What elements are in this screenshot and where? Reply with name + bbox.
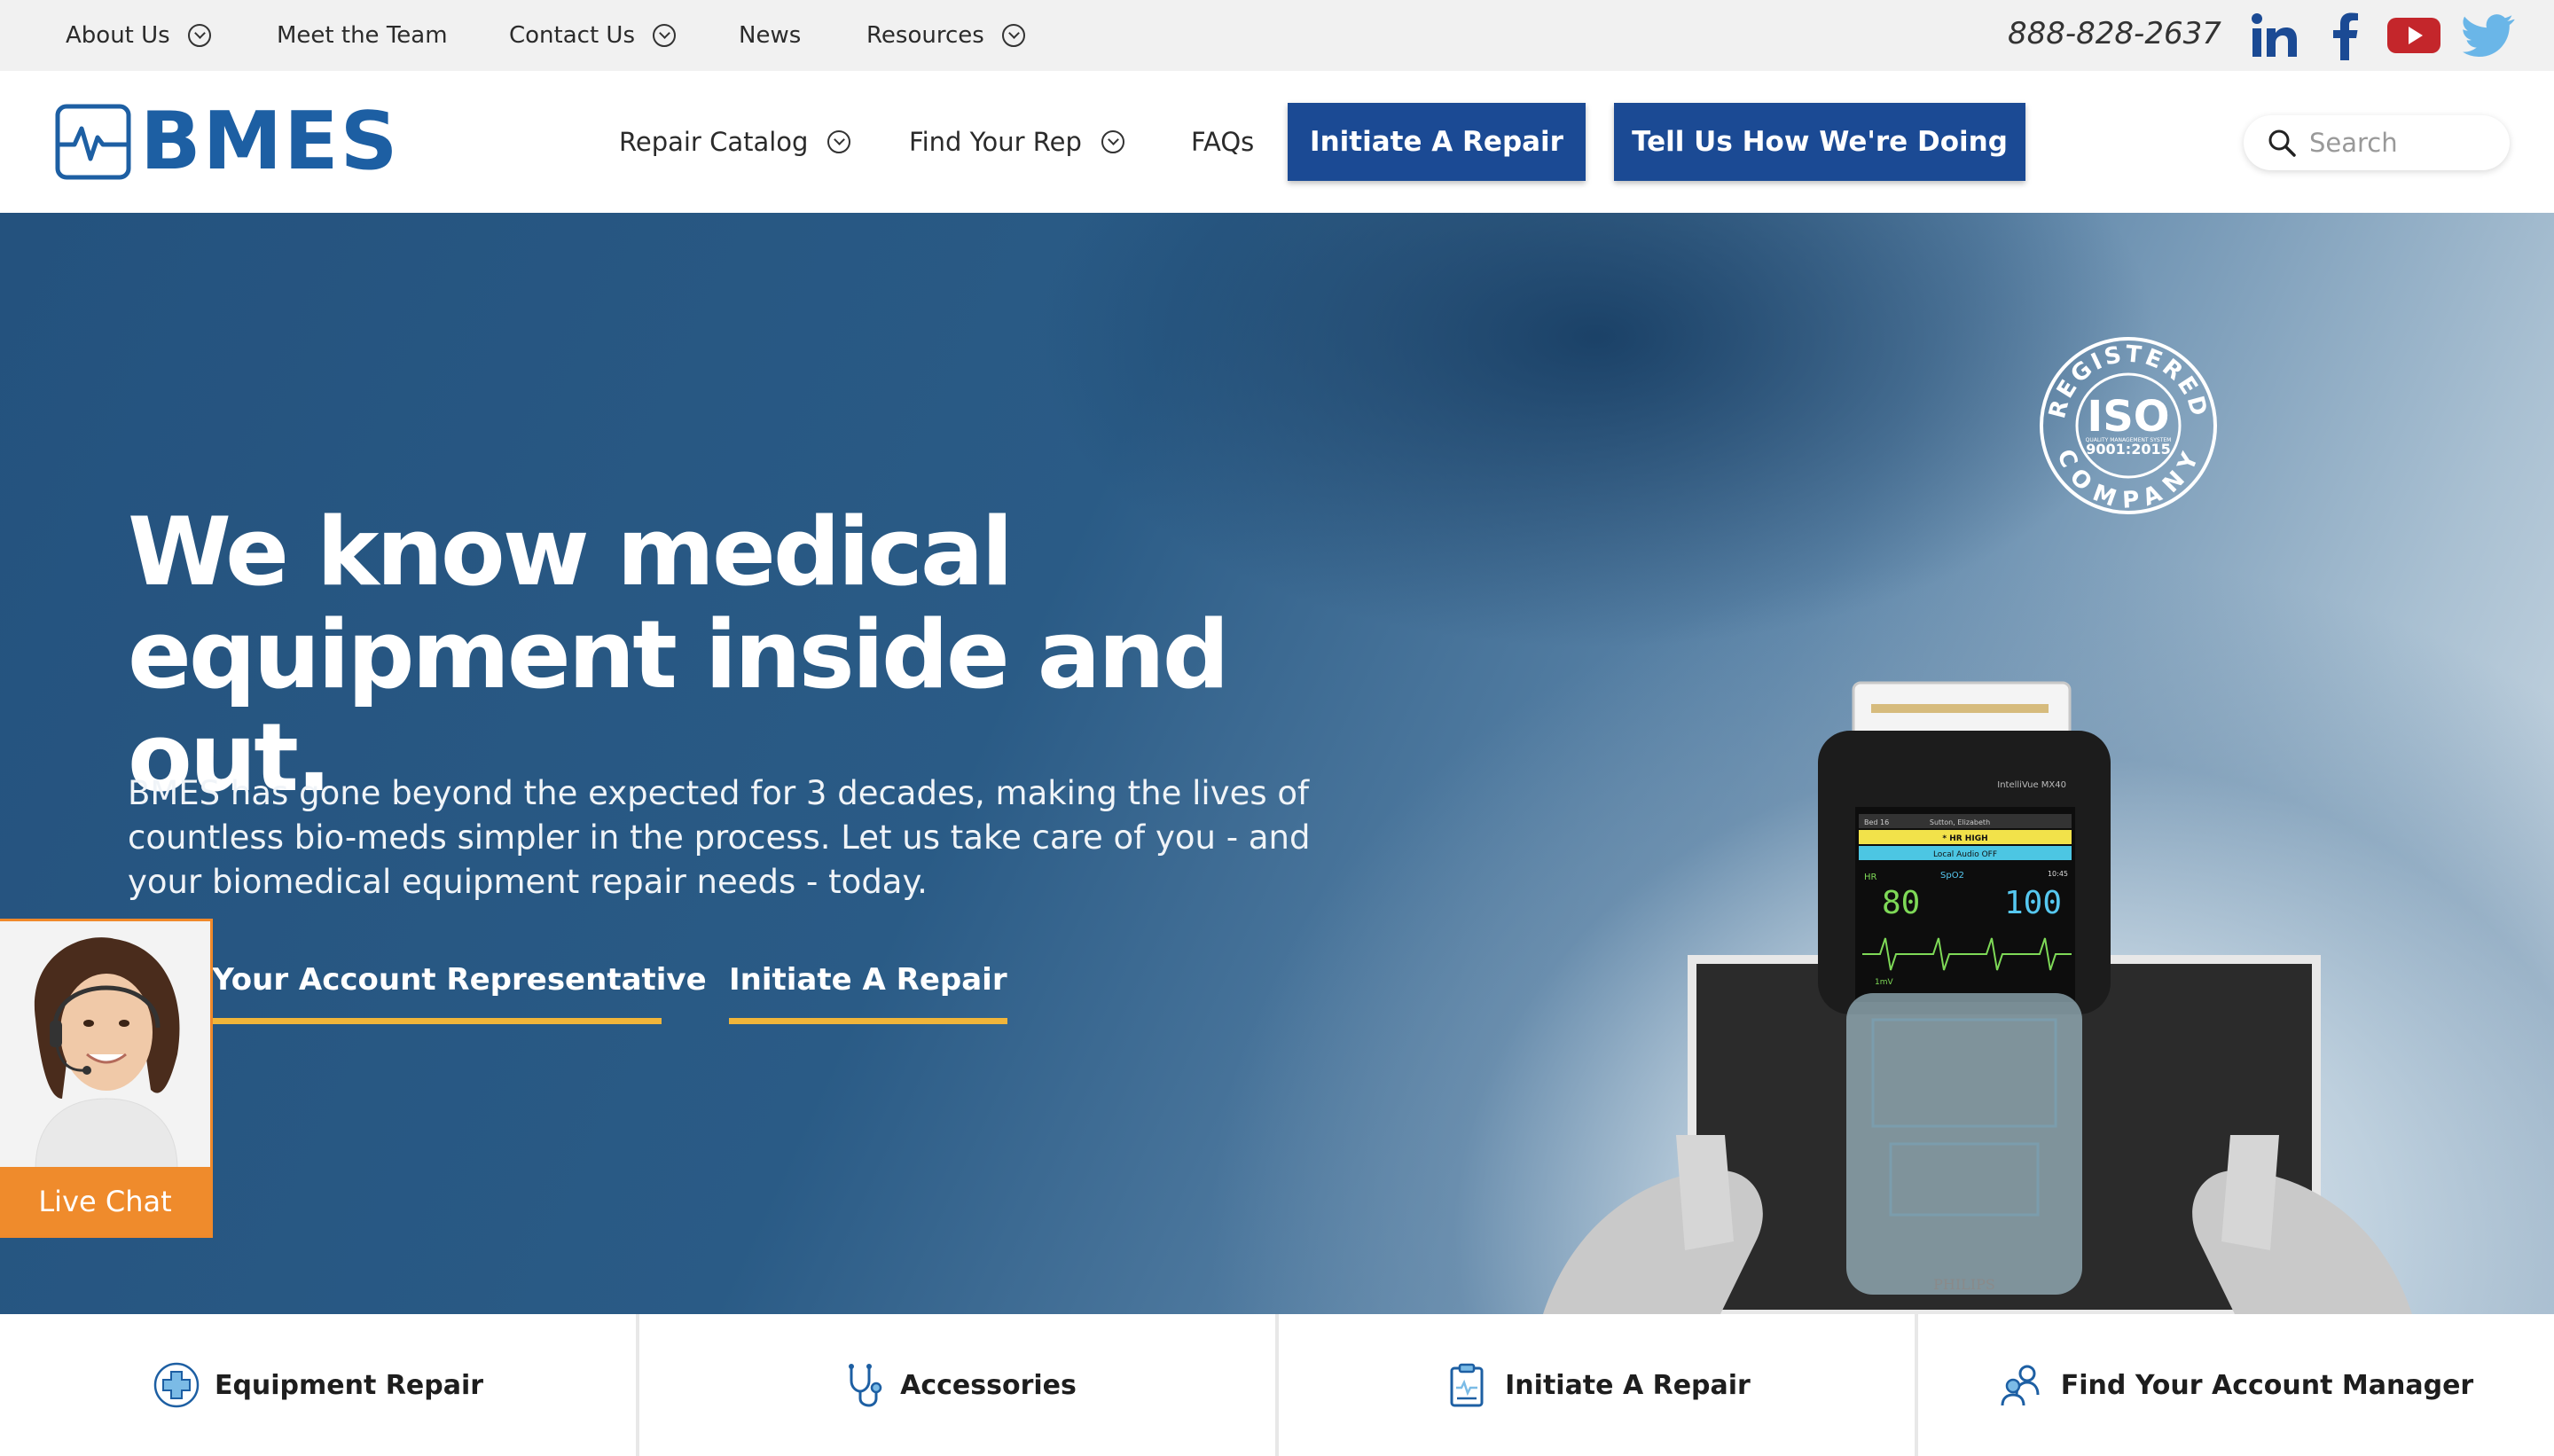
nav-find-your-rep[interactable]: Find Your Rep [909, 71, 1124, 213]
heartbeat-logo-icon [55, 104, 131, 180]
left-thumb [1676, 1135, 1734, 1250]
util-nav-label: Meet the Team [277, 22, 448, 49]
feedback-button[interactable]: Tell Us How We're Doing [1614, 103, 2025, 181]
util-nav-news[interactable]: News [739, 0, 801, 71]
nav-label: FAQs [1191, 127, 1255, 157]
util-nav-label: Resources [866, 22, 984, 49]
linkedin-icon[interactable] [2249, 11, 2299, 60]
chevron-down-icon [827, 130, 851, 153]
hero-title: We know medical equipment inside and out… [128, 501, 1458, 810]
device-alarm: * HR HIGH [1942, 834, 1987, 843]
quick-link-equipment-repair[interactable]: Equipment Repair [0, 1314, 639, 1456]
util-nav-meet-the-team[interactable]: Meet the Team [277, 0, 448, 71]
hero-initiate-repair-link[interactable]: Initiate A Repair [729, 962, 1007, 1024]
badge-standard: 9001:2015 [2086, 441, 2170, 458]
device-brand: PHILIPS [1933, 1276, 1995, 1293]
spo2-label: SpO2 [1940, 871, 1964, 881]
iso-badge: REGISTERED COMPANY ISO QUALITY MANAGEMEN… [2040, 337, 2217, 514]
live-chat-label: Live Chat [0, 1167, 210, 1235]
phone-number[interactable]: 888-828-2637 [2008, 16, 2221, 51]
connector-pins [1871, 704, 2049, 713]
hero-banner: We know medical equipment inside and out… [0, 213, 2554, 1314]
quick-link-accessories[interactable]: Accessories [639, 1314, 1279, 1456]
clipboard-icon [1450, 1363, 1484, 1407]
badge-main: ISO [2087, 392, 2169, 442]
chevron-down-icon [1101, 130, 1124, 153]
quick-link-label: Equipment Repair [214, 1369, 484, 1401]
device-audio: Local Audio OFF [1933, 850, 1997, 859]
medical-cross-icon [153, 1362, 200, 1408]
facebook-icon[interactable] [2327, 11, 2362, 60]
patient-monitor-illustration: IntelliVue MX40 Bed 16 Sutton, Elizabeth… [1543, 681, 2412, 1314]
main-header: BMES Repair Catalog Find Your Rep FAQs I… [0, 71, 2554, 213]
chevron-down-icon [1001, 24, 1025, 47]
util-nav-label: News [739, 22, 802, 49]
util-nav-label: About Us [66, 22, 170, 49]
youtube-icon[interactable] [2386, 11, 2442, 60]
quick-link-label: Initiate A Repair [1505, 1369, 1751, 1401]
stethoscope-icon [849, 1364, 882, 1407]
nav-label: Find Your Rep [909, 127, 1082, 157]
left-hand [1543, 1170, 1763, 1314]
quick-link-label: Find Your Account Manager [2060, 1369, 2474, 1401]
hr-value: 80 [1882, 885, 1920, 921]
search-input[interactable] [2309, 128, 2487, 158]
initiate-repair-button[interactable]: Initiate A Repair [1288, 103, 1586, 181]
nav-faqs[interactable]: FAQs [1191, 71, 1254, 213]
utility-bar: About Us Meet the Team Contact Us News R… [0, 0, 2554, 71]
search-icon [2268, 129, 2296, 157]
hero-title-line-1: We know medical [128, 497, 1014, 607]
twitter-icon[interactable] [2462, 11, 2515, 60]
logo-text: BMES [140, 95, 400, 188]
right-thumb [2221, 1135, 2279, 1250]
hr-label: HR [1864, 873, 1877, 882]
device-model: IntelliVue MX40 [1997, 780, 2066, 790]
bmes-logo[interactable]: BMES [55, 95, 400, 188]
device-patient: Sutton, Elizabeth [1930, 818, 1990, 826]
ecg-scale: 1mV [1875, 978, 1893, 987]
search-box [2244, 115, 2510, 170]
support-agent-avatar [0, 921, 210, 1170]
device-time: 10:45 [2048, 870, 2068, 878]
util-nav-label: Contact Us [509, 22, 635, 49]
nav-label: Repair Catalog [619, 127, 809, 157]
quick-link-initiate-repair[interactable]: Initiate A Repair [1279, 1314, 1918, 1456]
util-nav-resources[interactable]: Resources [866, 0, 1025, 71]
util-nav-about-us[interactable]: About Us [66, 0, 211, 71]
util-nav-contact-us[interactable]: Contact Us [509, 0, 676, 71]
right-hand [2192, 1170, 2412, 1314]
hero-subtitle: BMES has gone beyond the expected for 3 … [128, 774, 1311, 901]
chevron-down-icon [653, 24, 676, 47]
spo2-value: 100 [2004, 885, 2062, 921]
chevron-down-icon [187, 24, 211, 47]
quick-link-label: Accessories [900, 1369, 1077, 1401]
quick-link-find-account-manager[interactable]: Find Your Account Manager [1918, 1314, 2554, 1456]
device-bed: Bed 16 [1864, 818, 1889, 826]
users-icon [2001, 1365, 2040, 1406]
live-chat-widget[interactable]: Live Chat [0, 919, 213, 1238]
nav-repair-catalog[interactable]: Repair Catalog [619, 71, 851, 213]
quick-links-bar: Equipment Repair Accessories Initiate A … [0, 1314, 2554, 1456]
